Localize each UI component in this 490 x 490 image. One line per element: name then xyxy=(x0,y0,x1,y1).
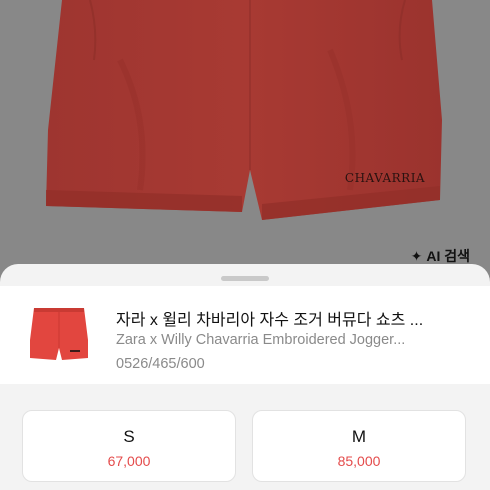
size-options: S 67,000 M 85,000 xyxy=(0,410,490,490)
bottom-sheet: 자라 x 윌리 차바리아 자수 조거 버뮤다 쇼츠 ... Zara x Wil… xyxy=(0,264,490,490)
brand-embroidery: CHAVARRIA xyxy=(345,171,425,185)
ai-search-button[interactable]: ✦ AI 검색 xyxy=(411,246,470,266)
product-hero-image: CHAVARRIA ✦ AI 검색 xyxy=(0,0,490,290)
size-label: M xyxy=(351,427,367,446)
size-price: 85,000 xyxy=(337,453,381,469)
product-title-english: Zara x Willy Chavarria Embroidered Jogge… xyxy=(116,332,406,348)
product-card[interactable]: 자라 x 윌리 차바리아 자수 조거 버뮤다 쇼츠 ... Zara x Wil… xyxy=(0,286,490,384)
ai-search-label: AI 검색 xyxy=(426,248,470,264)
sheet-drag-handle[interactable] xyxy=(221,276,269,281)
shorts-body xyxy=(46,0,442,220)
sparkle-icon: ✦ xyxy=(410,248,423,264)
product-title-korean: 자라 x 윌리 차바리아 자수 조거 버뮤다 쇼츠 ... xyxy=(116,312,424,329)
product-code: 0526/465/600 xyxy=(116,356,205,372)
size-price: 67,000 xyxy=(107,453,151,469)
product-thumbnail xyxy=(22,300,96,372)
size-label: S xyxy=(123,427,135,446)
shorts-thumbnail-icon xyxy=(30,308,88,360)
size-option-m[interactable]: M 85,000 xyxy=(252,410,466,482)
size-option-s[interactable]: S 67,000 xyxy=(22,410,236,482)
